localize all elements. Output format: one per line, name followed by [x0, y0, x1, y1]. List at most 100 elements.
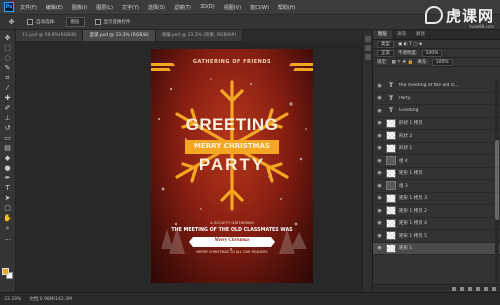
- properties-panel-icon[interactable]: [364, 45, 371, 51]
- trash-icon[interactable]: [492, 286, 496, 291]
- status-bar: 33.33% 文档:6.98M/142.3M: [0, 292, 500, 305]
- visibility-eye-icon[interactable]: ◉: [376, 133, 383, 139]
- layer-row[interactable]: ◉ 形状 2: [373, 130, 500, 143]
- visibility-eye-icon[interactable]: ◉: [376, 95, 383, 101]
- blur-icon[interactable]: ◆: [2, 154, 13, 163]
- move-tool-icon[interactable]: ✥: [6, 18, 17, 27]
- tab-channels[interactable]: 通道: [392, 30, 411, 39]
- gradient-icon[interactable]: ▤: [2, 144, 13, 153]
- brush-icon[interactable]: ✐: [2, 104, 13, 113]
- layer-row[interactable]: ◉ 形状 1: [373, 143, 500, 155]
- tab-document-3[interactable]: 海报.psd @ 33.3% (效果, RGB/8#): [155, 30, 244, 41]
- hand-icon[interactable]: ✋: [2, 214, 13, 223]
- mask-icon[interactable]: [468, 286, 472, 291]
- visibility-eye-icon[interactable]: ◉: [376, 158, 383, 164]
- visibility-eye-icon[interactable]: ◉: [376, 108, 383, 114]
- menu-filter[interactable]: 滤镜(T): [174, 4, 191, 11]
- menu-edit[interactable]: 编辑(E): [46, 4, 63, 11]
- dodge-icon[interactable]: ●: [2, 164, 13, 173]
- blend-mode-dropdown[interactable]: 正常: [377, 49, 394, 57]
- menu-image[interactable]: 图像(I): [72, 4, 87, 11]
- quick-select-icon[interactable]: ✎: [2, 64, 13, 73]
- layer-row-selected[interactable]: ◉ 矩形 1: [373, 242, 500, 255]
- auto-select-option[interactable]: 自动选择:: [27, 19, 56, 25]
- history-brush-icon[interactable]: ↺: [2, 124, 13, 133]
- panel-tabs: 图层 通道 路径: [373, 30, 500, 40]
- poster-canvas[interactable]: GATHERING OF FRIENDS GREETING MERRY CHRI…: [151, 49, 313, 283]
- lasso-icon[interactable]: ◌: [2, 54, 13, 63]
- layer-row[interactable]: ◉ 矩形 1 拷贝 3: [373, 193, 500, 205]
- menu-view[interactable]: 视图(V): [224, 4, 241, 11]
- eraser-icon[interactable]: ▭: [2, 134, 13, 143]
- fx-icon[interactable]: [460, 286, 464, 291]
- tab-paths[interactable]: 路径: [411, 30, 430, 39]
- eyedropper-icon[interactable]: ⁄: [2, 84, 13, 93]
- visibility-eye-icon[interactable]: ◉: [376, 83, 383, 89]
- visibility-eye-icon[interactable]: ◉: [376, 120, 383, 126]
- auto-select-checkbox[interactable]: [27, 19, 33, 25]
- layer-row[interactable]: ◉ 组 4: [373, 155, 500, 168]
- layer-row[interactable]: ◉ 形状 1 拷贝: [373, 118, 500, 130]
- filter-icons[interactable]: ▣ ◐ T ▢ ◈: [398, 42, 422, 47]
- shape-icon[interactable]: ▢: [2, 204, 13, 213]
- visibility-eye-icon[interactable]: ◉: [376, 195, 383, 201]
- menu-window[interactable]: 窗口(W): [250, 4, 269, 11]
- layer-row[interactable]: ◉ 矩形 1 拷贝: [373, 168, 500, 180]
- layer-row[interactable]: ◉ T the meeting of the old cl...: [373, 80, 500, 93]
- layer-row[interactable]: ◉ 组 3: [373, 180, 500, 193]
- menu-file[interactable]: 文件(F): [20, 4, 37, 11]
- new-group-icon[interactable]: [476, 286, 480, 291]
- history-panel-icon[interactable]: [364, 36, 371, 42]
- layer-filter-dropdown[interactable]: 类型: [377, 40, 394, 48]
- visibility-eye-icon[interactable]: ◉: [376, 220, 383, 226]
- scrollbar-thumb[interactable]: [495, 140, 499, 220]
- visibility-eye-icon[interactable]: ◉: [376, 183, 383, 189]
- path-select-icon[interactable]: ➤: [2, 194, 13, 203]
- poster-top-text: GATHERING OF FRIENDS: [192, 59, 272, 65]
- tab-document-1[interactable]: 11.psd @ 59.8%(RGB/8): [16, 30, 84, 41]
- visibility-eye-icon[interactable]: ◉: [376, 245, 383, 251]
- healing-icon[interactable]: ✚: [2, 94, 13, 103]
- layers-scrollbar[interactable]: [495, 80, 499, 285]
- foreground-color-swatch[interactable]: [2, 268, 9, 275]
- marquee-icon[interactable]: ⬚: [2, 44, 13, 53]
- layer-row[interactable]: ◉ 矩形 1 拷贝 5: [373, 230, 500, 243]
- new-layer-icon[interactable]: [484, 286, 488, 291]
- menu-help[interactable]: 帮助(H): [278, 4, 296, 11]
- pen-icon[interactable]: ✒: [2, 174, 13, 183]
- adjustments-panel-icon[interactable]: [364, 54, 371, 60]
- show-transform-checkbox[interactable]: [94, 19, 101, 25]
- layer-row[interactable]: ◉ T Greeting: [373, 105, 500, 118]
- menu-select[interactable]: 选择(S): [148, 4, 165, 11]
- lock-row: 锁定: ▦ ✎ ✥ 🔒 填充: 100%: [373, 58, 500, 67]
- more-tools-icon[interactable]: …: [2, 234, 13, 243]
- layer-row[interactable]: ◉ 矩形 1 拷贝 2: [373, 205, 500, 218]
- visibility-eye-icon[interactable]: ◉: [376, 233, 383, 239]
- layer-thumbnail: [386, 118, 396, 128]
- tab-document-2[interactable]: 圣诞.psd @ 33.3% (RGB/8): [83, 30, 156, 41]
- stamp-icon[interactable]: ⊥: [2, 114, 13, 123]
- zoom-level[interactable]: 33.33%: [4, 297, 21, 302]
- visibility-eye-icon[interactable]: ◉: [376, 170, 383, 176]
- menu-3d[interactable]: 3D(D): [200, 4, 215, 10]
- link-icon[interactable]: [452, 286, 456, 291]
- fill-field[interactable]: 100%: [431, 58, 453, 66]
- photoshop-logo: Ps: [4, 2, 14, 12]
- layer-row[interactable]: ◉ T Party: [373, 93, 500, 105]
- tab-layers[interactable]: 图层: [373, 30, 392, 39]
- document-tabs: 11.psd @ 59.8%(RGB/8) 圣诞.psd @ 33.3% (RG…: [16, 30, 362, 41]
- layer-name: Party: [399, 95, 411, 101]
- move-icon[interactable]: ✥: [2, 34, 13, 43]
- menu-layer[interactable]: 图层(L): [96, 4, 113, 11]
- layer-row[interactable]: ◉ 矩形 1 拷贝 4: [373, 218, 500, 230]
- crop-icon[interactable]: ⌗: [2, 74, 13, 83]
- show-transform-option[interactable]: 显示变换控件: [94, 19, 131, 25]
- type-icon[interactable]: T: [2, 184, 13, 193]
- opacity-field[interactable]: 100%: [421, 49, 443, 57]
- menu-type[interactable]: 文字(Y): [122, 4, 139, 11]
- auto-select-target-dropdown[interactable]: 图层: [65, 17, 85, 27]
- visibility-eye-icon[interactable]: ◉: [376, 145, 383, 151]
- zoom-icon[interactable]: ⌕: [2, 224, 13, 233]
- lock-icons[interactable]: ▦ ✎ ✥ 🔒: [392, 60, 414, 65]
- visibility-eye-icon[interactable]: ◉: [376, 208, 383, 214]
